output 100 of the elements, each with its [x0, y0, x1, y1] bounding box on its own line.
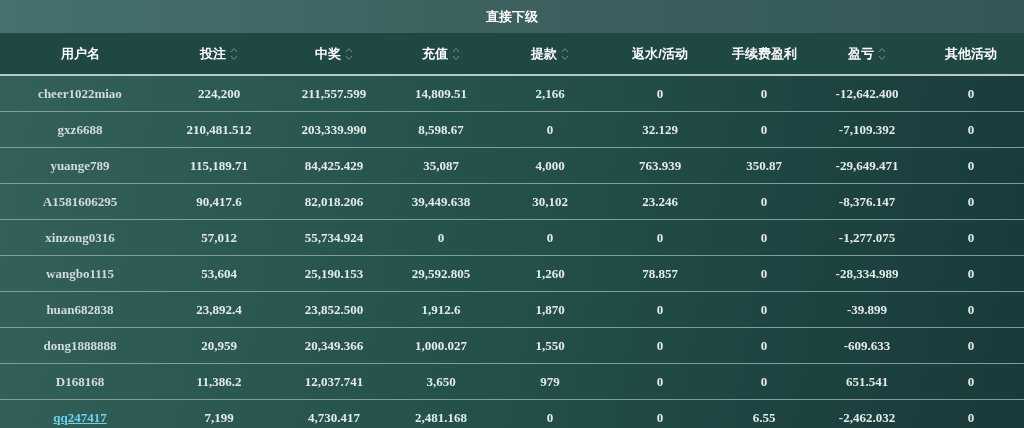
table-cell-text: 6.55 — [752, 408, 776, 427]
table-cell-text: 0 — [967, 336, 975, 355]
table-cell-text: 0 — [760, 228, 768, 247]
table-cell-text: 0 — [967, 192, 975, 211]
table-cell-text: 0 — [656, 408, 664, 427]
table-cell-text: 25,190.153 — [304, 264, 364, 283]
table-cell-text: 0 — [437, 228, 445, 247]
column-header[interactable]: 中奖 — [315, 43, 341, 64]
table-cell-text: 23,892.4 — [196, 300, 242, 319]
table-cell-text: 0 — [760, 192, 768, 211]
table-cell-text: -2,462.032 — [838, 408, 896, 427]
table-cell-text: 57,012 — [201, 228, 237, 247]
username-cell-text: xinzong0316 — [45, 228, 115, 247]
sort-icon[interactable] — [878, 46, 886, 61]
table-cell-text: 30,102 — [532, 192, 568, 211]
table-cell-text: 4,730.417 — [308, 408, 360, 427]
table-cell-text: -12,642.400 — [835, 84, 899, 103]
table-cell-text: 7,199 — [204, 408, 234, 427]
table-cell-text: 39,449.638 — [411, 192, 471, 211]
table-cell-text: 12,037.741 — [304, 372, 364, 391]
username-cell-text: yuange789 — [50, 156, 110, 175]
table-cell-text: 0 — [967, 84, 975, 103]
table-cell-text: 979 — [540, 372, 560, 391]
table-cell-text: 0 — [656, 336, 664, 355]
table-cell-text: 29,592.805 — [411, 264, 471, 283]
table-cell-text: 211,557.599 — [301, 84, 367, 103]
table-cell-text: -7,109.392 — [838, 120, 896, 139]
column-header: 其他活动 — [945, 44, 997, 63]
table-cell-text: 210,481.512 — [186, 120, 252, 139]
table-cell-text: 0 — [967, 408, 975, 427]
table-cell-text: 0 — [656, 372, 664, 391]
table-cell-text: -39.899 — [846, 300, 888, 319]
table-cell-text: 14,809.51 — [415, 84, 467, 103]
sort-icon[interactable] — [452, 46, 460, 61]
table-cell-text: 651.541 — [845, 372, 889, 391]
table-cell-text: 55,734.924 — [304, 228, 364, 247]
table-title: 直接下级 — [486, 7, 538, 26]
column-header[interactable]: 盈亏 — [848, 43, 874, 64]
table-cell-text: 0 — [967, 300, 975, 319]
table-cell-text: 350.87 — [746, 156, 782, 175]
table-cell-text: 3,650 — [426, 372, 456, 391]
table-cell-text: -609.633 — [843, 336, 891, 355]
table-cell-text: 8,598.67 — [418, 120, 464, 139]
table-cell-text: -28,334.989 — [835, 264, 899, 283]
table-cell-text: 115,189.71 — [190, 156, 248, 175]
table-cell-text: 53,604 — [201, 264, 237, 283]
username-cell-text: cheer1022miao — [38, 84, 122, 103]
table-cell-text: -1,277.075 — [838, 228, 896, 247]
column-header: 用户名 — [60, 44, 100, 63]
table-cell-text: 0 — [656, 228, 664, 247]
table-cell-text: 0 — [760, 372, 768, 391]
username-cell-text: D168168 — [55, 372, 105, 391]
username-cell-text: gxz6688 — [57, 120, 103, 139]
sort-icon[interactable] — [345, 46, 353, 61]
column-header: 返水/活动 — [632, 44, 688, 63]
table-cell-text: 0 — [760, 300, 768, 319]
table-cell-text: 763.939 — [638, 156, 682, 175]
table-cell-text: 4,000 — [535, 156, 565, 175]
username-cell-text: huan682838 — [46, 300, 114, 319]
table-cell-text: 1,550 — [535, 336, 565, 355]
username-cell-text: dong1888888 — [43, 336, 117, 355]
table-cell-text: 20,959 — [201, 336, 237, 355]
table-cell-text: 0 — [546, 120, 554, 139]
table-cell-text: -29,649.471 — [835, 156, 899, 175]
table-cell-text: 0 — [760, 120, 768, 139]
table-cell-text: 0 — [760, 264, 768, 283]
table-cell-text: -8,376.147 — [838, 192, 896, 211]
username-cell-text: A1581606295 — [42, 192, 118, 211]
sort-icon[interactable] — [230, 46, 238, 61]
table-cell-text: 23.246 — [642, 192, 678, 211]
table-cell-text: 0 — [967, 228, 975, 247]
sort-icon[interactable] — [561, 46, 569, 61]
column-header: 手续费盈利 — [731, 44, 797, 63]
table-cell-text: 1,260 — [535, 264, 565, 283]
table-cell-text: 2,481.168 — [415, 408, 467, 427]
table-cell-text: 1,912.6 — [421, 300, 461, 319]
table-cell-text: 0 — [656, 84, 664, 103]
table-cell-text: 0 — [546, 228, 554, 247]
table-cell-text: 0 — [967, 156, 975, 175]
table-cell-text: 1,000.027 — [415, 336, 467, 355]
table-cell-text: 90,417.6 — [196, 192, 242, 211]
username-cell-text: wangbo1115 — [46, 264, 114, 283]
table-cell-text: 0 — [967, 372, 975, 391]
table-cell-text: 2,166 — [535, 84, 565, 103]
table-cell-text: 35,087 — [423, 156, 459, 175]
username-link[interactable]: qq247417 — [53, 407, 107, 428]
column-header[interactable]: 投注 — [200, 43, 226, 64]
table-cell-text: 78.857 — [642, 264, 678, 283]
table-cell-text: 0 — [967, 120, 975, 139]
column-header[interactable]: 提款 — [531, 43, 557, 64]
table-cell-text: 82,018.206 — [304, 192, 364, 211]
table-cell-text: 32.129 — [642, 120, 678, 139]
table-cell-text: 224,200 — [197, 84, 241, 103]
table-cell-text: 0 — [656, 300, 664, 319]
table-cell-text: 0 — [760, 336, 768, 355]
table-cell-text: 203,339.990 — [301, 120, 367, 139]
column-header[interactable]: 充值 — [422, 43, 448, 64]
table-cell-text: 1,870 — [535, 300, 565, 319]
table-cell-text: 0 — [760, 84, 768, 103]
table-cell-text: 11,386.2 — [196, 372, 242, 391]
